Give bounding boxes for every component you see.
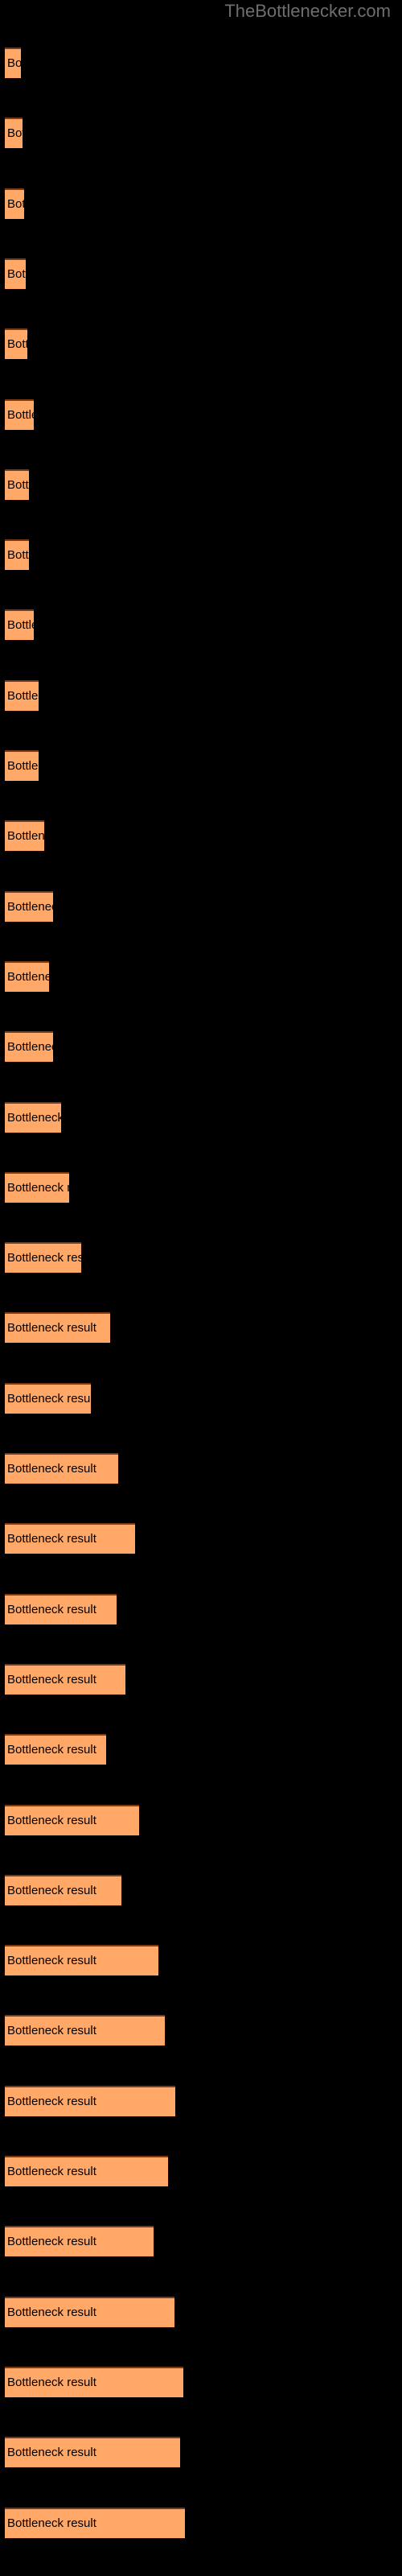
bar xyxy=(5,679,39,711)
bar xyxy=(5,118,23,149)
bar xyxy=(5,2156,168,2186)
bar xyxy=(5,1804,139,1835)
bar xyxy=(5,1945,158,1976)
bar xyxy=(5,960,49,992)
bar xyxy=(5,1031,53,1063)
bar xyxy=(5,2366,183,2397)
bar xyxy=(5,1874,121,1905)
bar xyxy=(5,1734,106,1765)
bar xyxy=(5,750,39,781)
bar xyxy=(5,1523,135,1554)
bottleneck-bar-chart: TheBottlenecker.com Bottleneck resultBot… xyxy=(0,0,402,2576)
bar xyxy=(5,1242,81,1274)
bar xyxy=(5,1171,69,1203)
bar xyxy=(5,469,29,500)
bar xyxy=(5,188,24,219)
bar xyxy=(5,2296,174,2327)
bar xyxy=(5,1593,117,1624)
bar xyxy=(5,47,21,78)
bar xyxy=(5,1101,61,1133)
bar xyxy=(5,2015,165,2046)
bar-series-layer: Bottleneck resultBottleneck resultBottle… xyxy=(0,0,402,2576)
bar xyxy=(5,328,27,360)
bar xyxy=(5,1453,118,1484)
bar xyxy=(5,2085,175,2116)
bar xyxy=(5,1312,110,1344)
bar xyxy=(5,2437,180,2468)
bar xyxy=(5,820,44,852)
bar xyxy=(5,1663,125,1695)
bar xyxy=(5,609,34,641)
bar xyxy=(5,890,53,922)
bar xyxy=(5,1382,91,1414)
bar xyxy=(5,2507,185,2538)
bar xyxy=(5,398,34,430)
bar xyxy=(5,539,29,571)
bar xyxy=(5,258,26,289)
bar xyxy=(5,2226,154,2257)
